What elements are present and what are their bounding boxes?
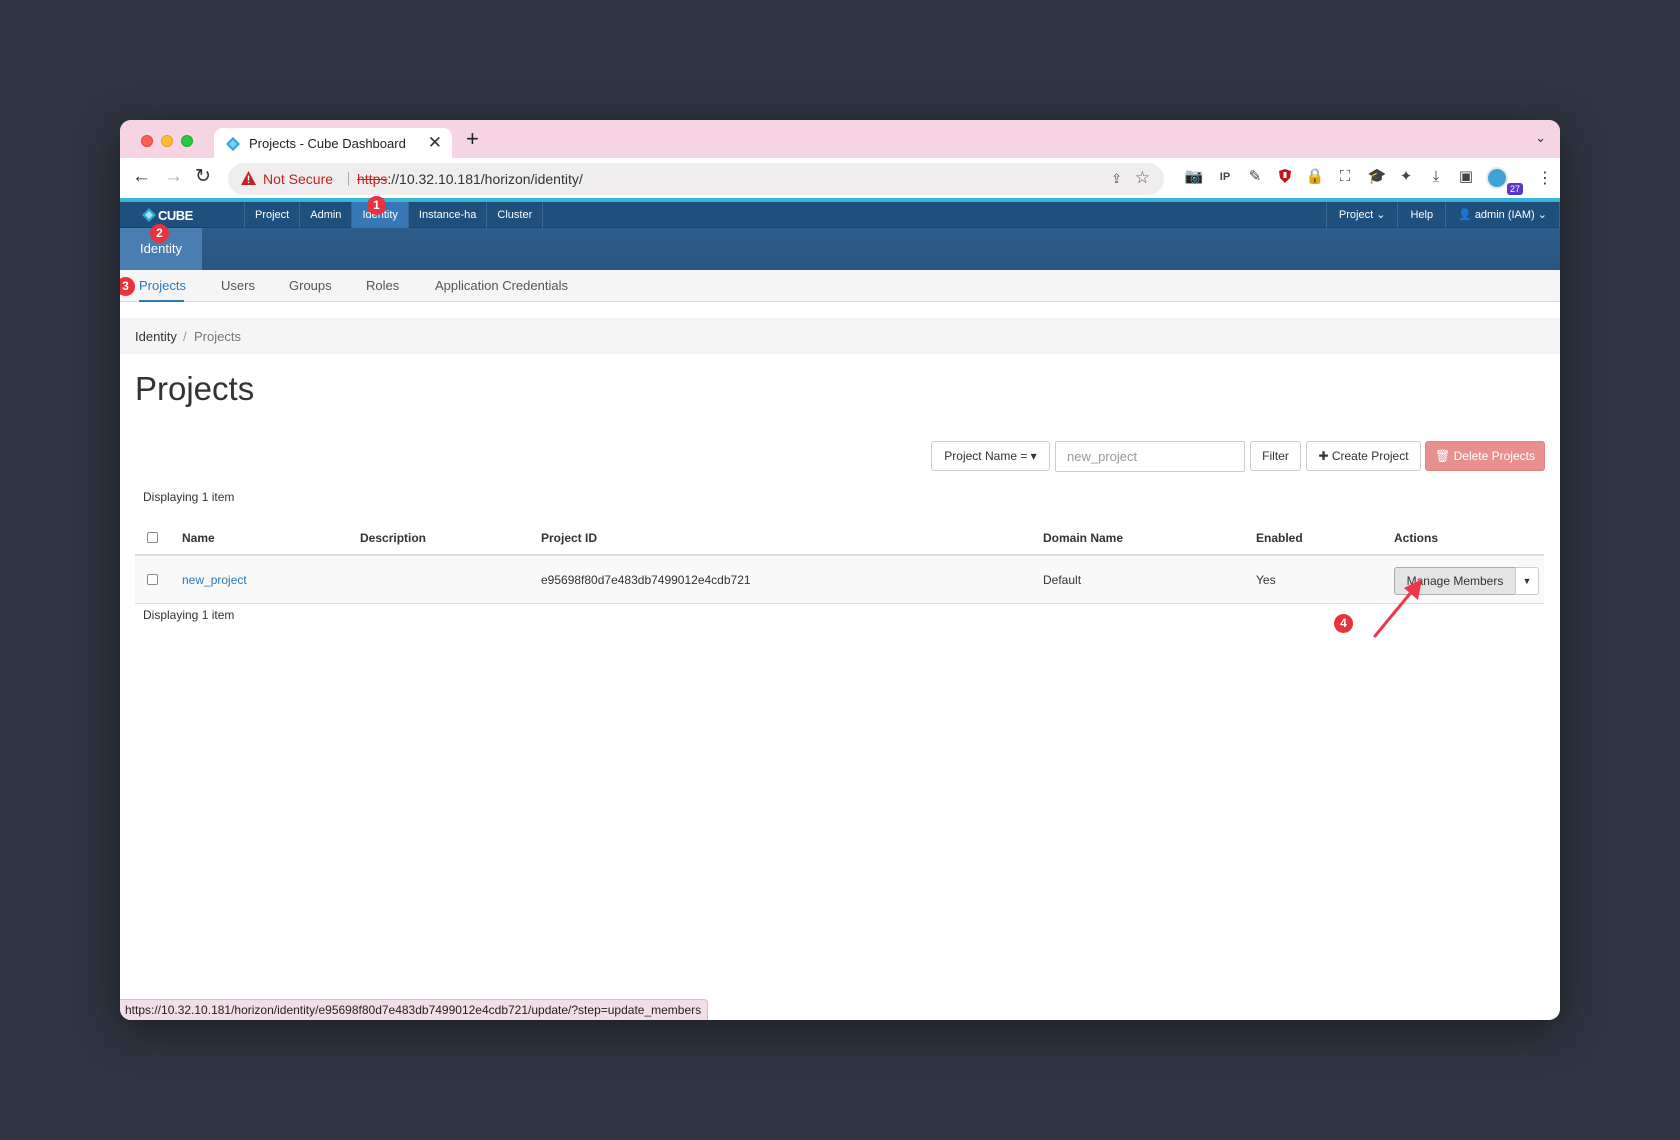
camera-icon[interactable]: 📷 (1184, 168, 1204, 186)
breadcrumb: Identity / Projects (120, 318, 1560, 354)
row-checkbox[interactable] (147, 574, 158, 585)
breadcrumb-separator: / (183, 329, 187, 344)
annotation-marker-1: 1 (367, 196, 386, 215)
new-tab-button[interactable]: + (466, 127, 479, 151)
manage-members-button[interactable]: Manage Members (1394, 567, 1516, 595)
display-count-bottom: Displaying 1 item (143, 608, 235, 622)
column-name[interactable]: Name (182, 531, 215, 545)
delete-projects-button[interactable]: 🗑 Delete Projects (1425, 441, 1545, 471)
url-scheme: https (357, 171, 388, 187)
ublock-icon[interactable] (1275, 168, 1295, 189)
active-tab-underline (139, 300, 184, 302)
download-icon[interactable]: ⤓ (1426, 168, 1446, 186)
sub-navigation: Projects Users Groups Roles Application … (120, 270, 1560, 302)
url-text[interactable]: https://10.32.10.181/horizon/identity/ (357, 171, 583, 187)
browser-menu-kebab-icon[interactable]: ⋮ (1537, 168, 1553, 188)
tab-users[interactable]: Users (221, 278, 255, 293)
project-id: e95698f80d7e483db7499012e4cdb721 (541, 573, 751, 587)
share-icon[interactable]: ⇪ (1111, 171, 1122, 187)
column-description[interactable]: Description (360, 531, 426, 545)
filter-field-dropdown[interactable]: Project Name = ▾ (931, 441, 1050, 471)
address-bar[interactable]: Not Secure https://10.32.10.181/horizon/… (228, 163, 1164, 195)
enabled-value: Yes (1256, 573, 1276, 587)
breadcrumb-current: Projects (194, 329, 241, 344)
brand-name: CUBE (158, 208, 193, 223)
forward-arrow-icon[interactable]: → (164, 167, 183, 187)
create-project-button[interactable]: ✚ Create Project (1306, 441, 1421, 471)
tab-strip: Projects - Cube Dashboard ✕ + ⌄ (120, 120, 1560, 160)
minimize-window-button[interactable] (161, 135, 173, 147)
display-count-top: Displaying 1 item (143, 490, 235, 504)
tab-application-credentials[interactable]: Application Credentials (435, 278, 568, 293)
navbar-right: Project ⌄ Help 👤 admin (IAM) ⌄ (1325, 202, 1560, 228)
extension-badge: 27 (1507, 183, 1524, 195)
tab-projects[interactable]: Projects (139, 278, 186, 293)
menu-instance-ha[interactable]: Instance-ha (409, 202, 488, 228)
user-dropdown[interactable]: 👤 admin (IAM) ⌄ (1446, 202, 1560, 228)
filter-button[interactable]: Filter (1250, 441, 1301, 471)
project-dropdown[interactable]: Project ⌄ (1327, 202, 1399, 228)
eyedropper-icon[interactable]: ✎ (1245, 168, 1265, 186)
filter-input[interactable] (1055, 441, 1245, 472)
breadcrumb-identity[interactable]: Identity (135, 329, 177, 344)
domain-name: Default (1043, 573, 1082, 587)
help-link[interactable]: Help (1398, 202, 1447, 228)
profile-avatar[interactable] (1486, 167, 1508, 189)
cube-logo-icon (142, 208, 156, 222)
cube-favicon-icon (226, 137, 240, 151)
bookmark-star-icon[interactable]: ☆ (1135, 168, 1150, 188)
screenshot-frame-icon[interactable]: ⛶ (1335, 168, 1355, 186)
graduation-cap-icon[interactable]: 🎓 (1367, 168, 1387, 186)
link-status-bar: https://10.32.10.181/horizon/identity/e9… (120, 999, 709, 1020)
column-domain-name[interactable]: Domain Name (1043, 531, 1123, 545)
maximize-window-button[interactable] (181, 135, 193, 147)
warning-triangle-icon (241, 171, 256, 185)
annotation-marker-4: 4 (1334, 614, 1353, 633)
not-secure-label[interactable]: Not Secure (263, 171, 333, 187)
menu-project[interactable]: Project (245, 202, 301, 228)
table-header: Name Description Project ID Domain Name … (135, 520, 1544, 556)
main-menu: Project Admin Identity Instance-ha Clust… (244, 202, 544, 228)
annotation-marker-2: 2 (150, 224, 169, 243)
tab-groups[interactable]: Groups (289, 278, 332, 293)
url-path: ://10.32.10.181/horizon/identity/ (387, 171, 583, 187)
sidebar-icon[interactable]: ▣ (1456, 168, 1476, 186)
select-all-checkbox[interactable] (147, 532, 158, 543)
browser-window: Projects - Cube Dashboard ✕ + ⌄ ← → ↻ No… (120, 120, 1560, 1020)
dashboard-panel-bar: Identity (120, 228, 1560, 270)
tab-title: Projects - Cube Dashboard (249, 136, 406, 151)
row-actions-caret-icon[interactable]: ▼ (1515, 567, 1539, 595)
tab-roles[interactable]: Roles (366, 278, 399, 293)
tab-search-chevron-icon[interactable]: ⌄ (1535, 130, 1546, 146)
menu-cluster[interactable]: Cluster (487, 202, 544, 228)
column-enabled[interactable]: Enabled (1256, 531, 1303, 545)
top-navbar: CUBE Project Admin Identity Instance-ha … (120, 202, 1560, 228)
project-name-link[interactable]: new_project (182, 573, 247, 587)
menu-admin[interactable]: Admin (300, 202, 353, 228)
table-row: new_project e95698f80d7e483db7499012e4cd… (135, 556, 1544, 604)
browser-toolbar: ← → ↻ Not Secure https://10.32.10.181/ho… (120, 158, 1560, 198)
browser-tab[interactable]: Projects - Cube Dashboard ✕ (214, 128, 452, 160)
back-arrow-icon[interactable]: ← (132, 167, 151, 187)
puzzle-extensions-icon[interactable]: ✦ (1396, 168, 1416, 186)
close-window-button[interactable] (141, 135, 153, 147)
column-project-id[interactable]: Project ID (541, 531, 597, 545)
ip-extension-icon[interactable]: IP (1215, 168, 1235, 186)
lock-extension-icon[interactable]: 🔒 (1305, 168, 1325, 186)
close-tab-icon[interactable]: ✕ (428, 133, 442, 153)
column-actions: Actions (1394, 531, 1439, 545)
page-title: Projects (135, 370, 255, 407)
address-separator (348, 172, 349, 186)
reload-icon[interactable]: ↻ (195, 167, 211, 187)
